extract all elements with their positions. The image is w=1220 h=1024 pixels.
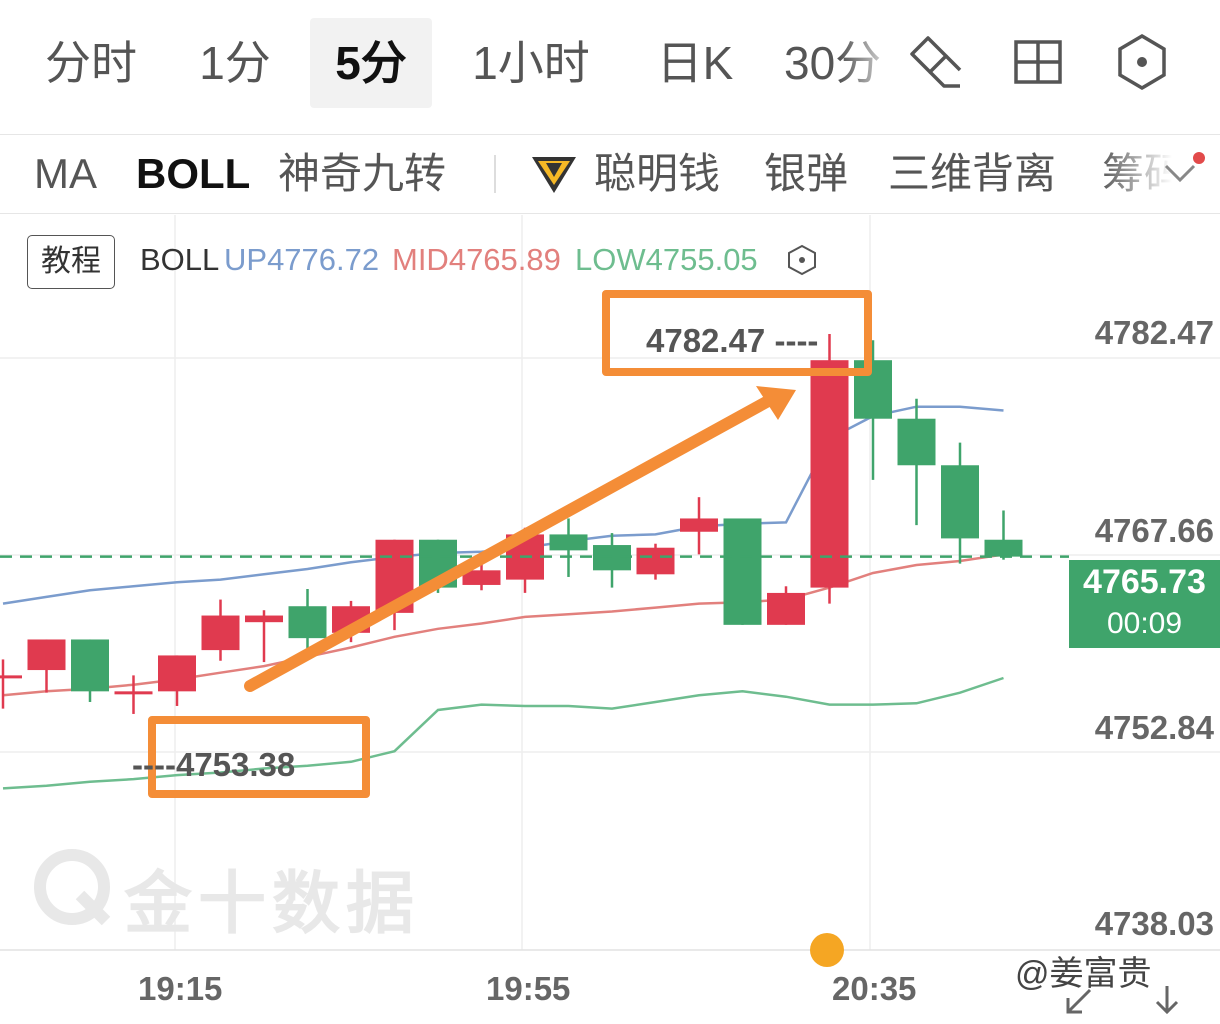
grid-layout-icon[interactable] (1006, 30, 1070, 94)
tab-1hour[interactable]: 1小时 (456, 18, 606, 108)
candle-countdown: 00:09 (1106, 607, 1183, 640)
candle-up (636, 547, 675, 575)
candle-up (810, 360, 849, 588)
candle-up (680, 518, 718, 532)
watermark-text: 金十数据 (124, 866, 421, 942)
candle-down (549, 534, 588, 551)
time-axis-label: 20:35 (832, 970, 917, 1007)
candle-down (71, 639, 109, 692)
candle-up (245, 615, 283, 623)
time-axis-label: 19:55 (486, 970, 571, 1007)
indicator-boll[interactable]: BOLL (136, 135, 250, 213)
indicator-magic-nine[interactable]: 神奇九转 (278, 135, 446, 213)
boll-legend-mid: MID4765.89 (392, 242, 561, 277)
candle-down (288, 606, 327, 639)
draw-pen-icon[interactable] (904, 30, 968, 94)
indicator-silver-bullet[interactable]: 银弹 (764, 135, 848, 213)
high-annotation-value: 4782.47 ---- (646, 322, 819, 359)
candle-up (767, 592, 805, 625)
trend-arrow-shaft (244, 394, 776, 692)
current-price-value: 4765.73 (1083, 563, 1206, 601)
timeframe-bar: 分时 1分 5分 1小时 日K 30分 (0, 0, 1220, 135)
boll-legend-low: LOW4755.05 (575, 242, 758, 277)
event-marker[interactable] (810, 933, 844, 967)
arrow-down-icon[interactable] (1150, 982, 1184, 1018)
candle-down (984, 539, 1023, 557)
candle-down (941, 465, 979, 539)
high-value: 4782.47 (646, 322, 766, 359)
indicator-bar: MA BOLL 神奇九转 聪明钱 银弹 三维背离 筹码 (0, 135, 1220, 214)
settings-hexagon-icon[interactable] (1110, 30, 1174, 94)
low-annotation-value: ----4753.38 (132, 746, 296, 783)
boll-legend-up: UP4776.72 (224, 242, 380, 277)
low-value: 4753.38 (175, 746, 296, 783)
price-axis-label: 4738.03 (1094, 905, 1214, 942)
tutorial-button[interactable]: 教程 (27, 235, 115, 289)
price-axis-label: 4782.47 (1094, 314, 1214, 351)
indicator-ma[interactable]: MA (34, 135, 97, 213)
watermark-icon (34, 849, 111, 926)
indicator-smart-money[interactable]: 聪明钱 (594, 135, 720, 213)
candle-down (897, 418, 936, 466)
candle-up (114, 691, 153, 695)
boll-legend-name: BOLL (140, 242, 220, 277)
time-axis-label: 19:15 (138, 970, 223, 1007)
candle-up (158, 655, 196, 692)
boll-mid-band (2, 553, 1004, 697)
boll-upper-band (2, 405, 1004, 605)
chevron-down-icon[interactable] (1160, 152, 1200, 192)
indicator-divider (494, 155, 496, 193)
tab-1min[interactable]: 1分 (180, 18, 290, 108)
expand-icon[interactable] (1062, 984, 1096, 1018)
candle-up (0, 675, 22, 679)
candle-up (201, 615, 240, 651)
indicator-3d-divergence[interactable]: 三维背离 (888, 135, 1056, 213)
tab-5min[interactable]: 5分 (310, 18, 432, 108)
diamond-icon (532, 157, 576, 193)
tab-daily-k[interactable]: 日K (640, 18, 750, 108)
candle-down (723, 518, 762, 625)
indicator-settings-icon[interactable] (786, 244, 818, 276)
candle-up (27, 639, 66, 671)
tab-timeshare[interactable]: 分时 (26, 18, 156, 108)
current-price-tag: 4765.73 00:09 (1069, 560, 1220, 648)
price-axis-label: 4767.66 (1094, 512, 1214, 549)
price-axis-label: 4752.84 (1094, 709, 1214, 746)
